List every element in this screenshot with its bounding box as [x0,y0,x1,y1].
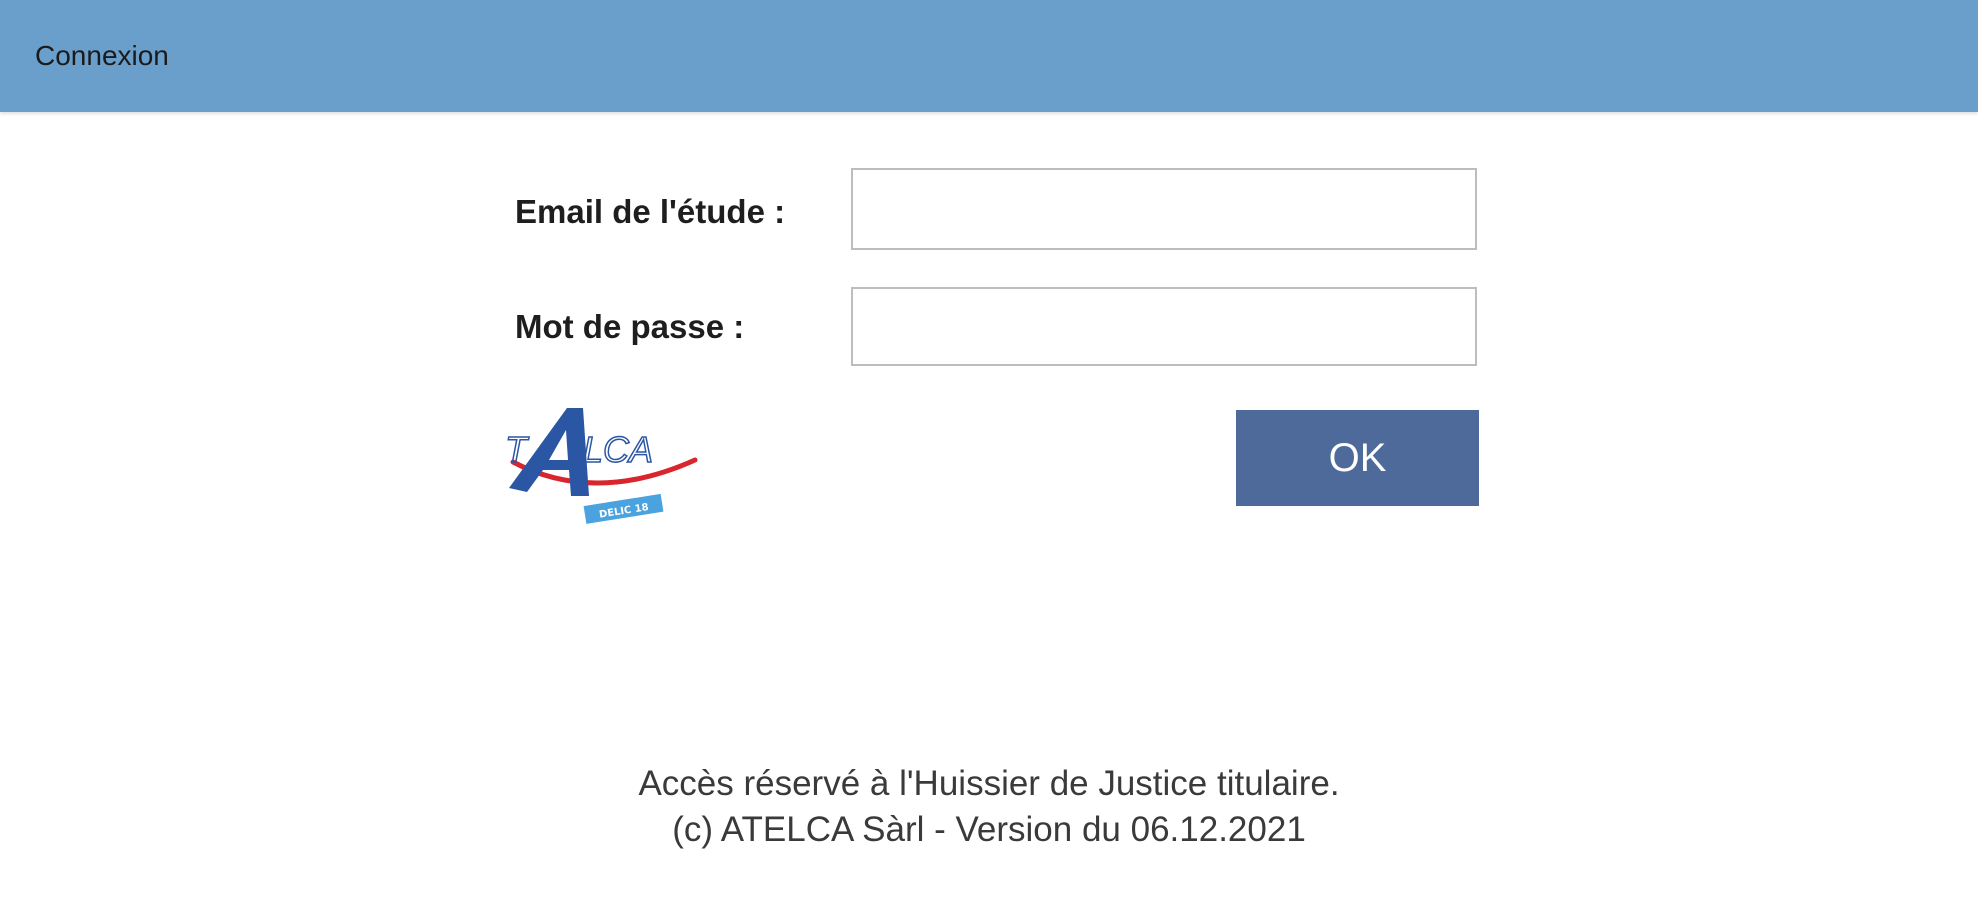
password-label: Mot de passe : [515,308,745,345]
svg-text:T: T [505,429,530,470]
email-label: Email de l'étude : [515,193,786,230]
access-notice: Accès réservé à l'Huissier de Justice ti… [638,764,1340,803]
ok-button[interactable]: OK [1236,410,1479,506]
atelca-logo: T LCA DELIC 18 [504,400,705,535]
atelca-logo-icon: T LCA DELIC 18 [504,408,698,524]
login-window: Connexion Email de l'étude : Mot de pass… [0,0,1978,900]
window-title: Connexion [35,40,169,71]
title-bar: Connexion [0,0,1978,112]
password-field[interactable] [851,287,1477,366]
footer-notice: Accès réservé à l'Huissier de Justice ti… [0,761,1978,853]
copyright-version: (c) ATELCA Sàrl - Version du 06.12.2021 [672,810,1306,849]
email-field[interactable] [851,168,1477,250]
svg-text:LCA: LCA [583,429,653,470]
